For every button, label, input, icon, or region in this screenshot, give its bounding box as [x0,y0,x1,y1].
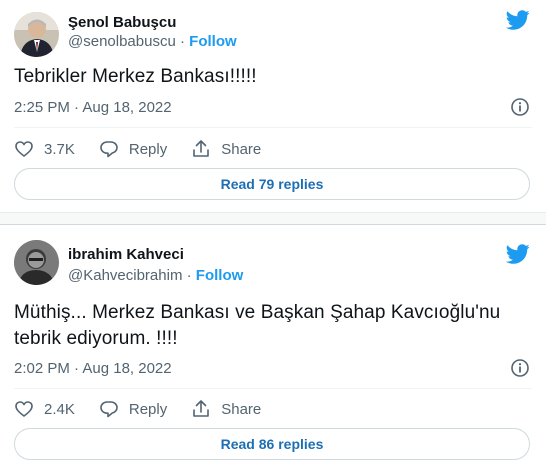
author-handle-row: @Kahvecibrahim · Follow [68,267,243,284]
share-label: Share [221,140,262,158]
share-label: Share [221,400,262,418]
like-button[interactable]: 2.4K [14,399,75,419]
heart-icon [15,141,33,157]
divider [14,388,532,389]
dot-separator: · [186,267,192,284]
read-replies-button[interactable]: Read 79 replies [14,168,530,200]
share-icon [193,400,210,417]
author-handle[interactable]: @senolbabuscu [68,33,176,50]
info-icon[interactable] [510,358,530,378]
like-count: 2.4K [44,400,75,418]
author-handle-row: @senolbabuscu · Follow [68,33,237,50]
share-icon [193,140,210,157]
reply-icon [100,141,118,158]
like-count: 3.7K [44,140,75,158]
reply-button[interactable]: Reply [99,399,167,419]
tweet-card: ibrahim Kahveci @Kahvecibrahim · Follow … [0,224,546,471]
divider [14,127,532,128]
info-icon[interactable] [510,97,530,117]
tweet-separator [0,212,546,224]
reply-icon [100,401,118,418]
twitter-bird-icon[interactable] [506,242,530,266]
tweet-timestamp[interactable]: 2:25 PM · Aug 18, 2022 [14,99,172,116]
follow-button[interactable]: Follow [189,33,237,50]
tweet-text: Müthiş... Merkez Bankası ve Başkan Şahap… [14,302,501,349]
avatar[interactable] [14,240,59,285]
dot-separator: · [179,33,185,50]
twitter-bird-icon[interactable] [506,8,530,32]
action-bar: 2.4K Reply Share [14,399,285,419]
share-button[interactable]: Share [191,399,261,419]
like-button[interactable]: 3.7K [14,139,75,159]
author-name[interactable]: Şenol Babuşcu [68,14,176,31]
tweet-card: Şenol Babuşcu @senolbabuscu · Follow Teb… [0,0,546,212]
action-bar: 3.7K Reply Share [14,139,285,159]
tweet-text: Tebrikler Merkez Bankası!!!!! [14,66,257,87]
avatar[interactable] [14,12,59,57]
author-handle[interactable]: @Kahvecibrahim [68,267,182,284]
reply-button[interactable]: Reply [99,139,167,159]
author-name[interactable]: ibrahim Kahveci [68,246,184,263]
share-button[interactable]: Share [191,139,261,159]
follow-button[interactable]: Follow [196,267,244,284]
reply-label: Reply [128,140,168,158]
read-replies-button[interactable]: Read 86 replies [14,428,530,460]
reply-label: Reply [128,400,168,418]
tweet-timestamp[interactable]: 2:02 PM · Aug 18, 2022 [14,360,172,377]
heart-icon [15,401,33,417]
